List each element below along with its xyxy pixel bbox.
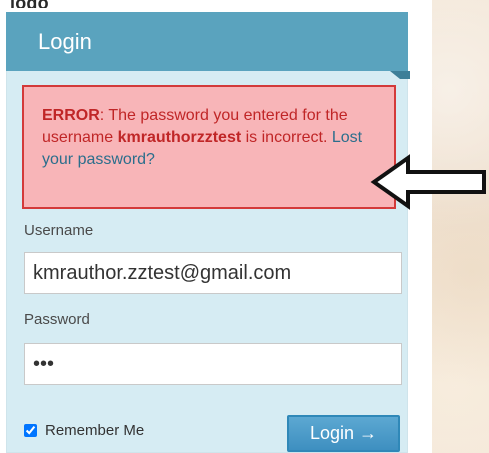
password-input-value: ••• [33,352,55,375]
error-username: kmrauthorzztest [117,129,242,146]
login-widget-header: Login [6,12,410,79]
parchment-background [432,0,489,453]
login-button-label: Login → [309,423,378,443]
left-arrow-outline-icon [370,154,486,210]
username-input-value: kmrauthor.zztest@gmail.com [33,261,292,284]
login-widget-title: Login [38,28,92,54]
username-label: Username [24,222,94,239]
error-text-part-2: is incorrect. [241,129,332,146]
header-fold-decoration [390,71,410,79]
password-label: Password [24,311,90,328]
top-cropped-text: logo [0,0,150,8]
login-button[interactable]: Login → [287,415,400,452]
left-arrow-outline-shape [370,154,486,210]
page: logo Login ERROR: The password you enter… [0,0,489,453]
error-message-box: ERROR: The password you entered for the … [22,85,396,209]
username-input[interactable]: kmrauthor.zztest@gmail.com [24,252,402,294]
error-label: ERROR [42,107,100,124]
remember-me-checkbox[interactable] [24,424,37,437]
login-widget: Login ERROR: The password you entered fo… [6,12,410,453]
password-input[interactable]: ••• [24,343,402,385]
remember-me-label: Remember Me [45,422,145,439]
top-cropped-text-label: logo [10,0,49,8]
remember-me-control[interactable]: Remember Me [24,422,144,439]
